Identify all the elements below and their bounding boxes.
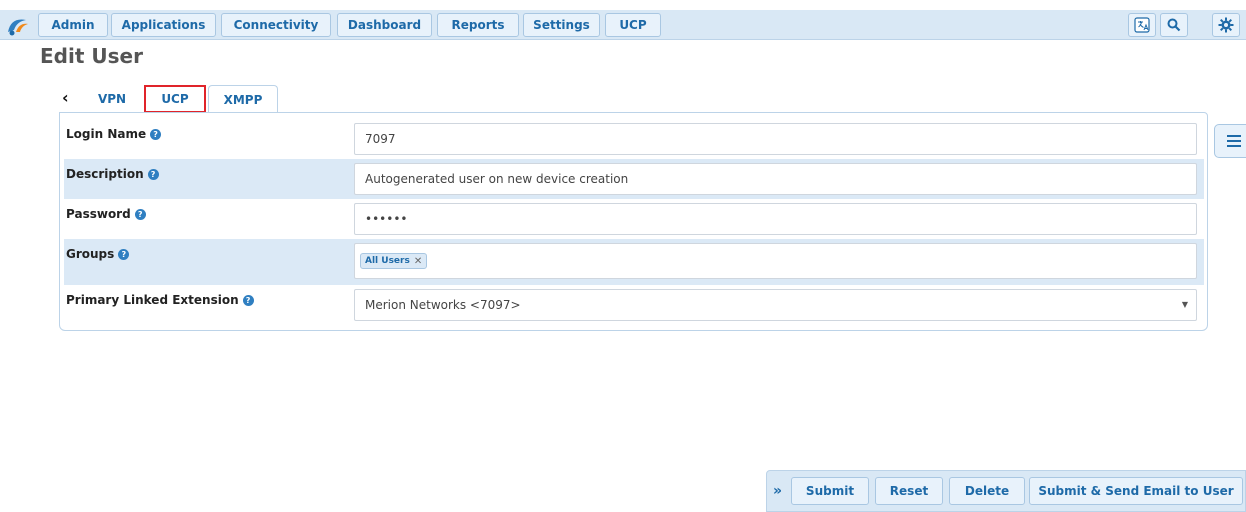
row-password: Password? •••••• bbox=[64, 199, 1204, 239]
submit-button[interactable]: Submit bbox=[791, 477, 869, 505]
description-label: Description? bbox=[64, 159, 346, 199]
help-icon[interactable]: ? bbox=[150, 129, 162, 140]
list-icon bbox=[1227, 135, 1241, 147]
help-icon[interactable]: ? bbox=[134, 209, 146, 220]
user-form-panel: Login Name? 7097 Description? Autogenera… bbox=[59, 112, 1208, 331]
primary-linked-extension-label: Primary Linked Extension? bbox=[64, 285, 346, 325]
primary-linked-extension-select[interactable]: Merion Networks <7097> ▼ bbox=[354, 289, 1197, 321]
help-icon[interactable]: ? bbox=[242, 295, 254, 306]
tab-ucp[interactable]: UCP bbox=[144, 85, 206, 113]
top-nav: Admin Applications Connectivity Dashboar… bbox=[0, 10, 1246, 40]
nav-settings[interactable]: Settings bbox=[523, 13, 600, 37]
login-name-label: Login Name? bbox=[64, 119, 346, 159]
login-name-input[interactable]: 7097 bbox=[354, 123, 1197, 155]
chip-remove-icon[interactable]: ✕ bbox=[414, 256, 422, 267]
nav-reports[interactable]: Reports bbox=[437, 13, 519, 37]
tab-vpn[interactable]: VPN bbox=[86, 85, 138, 113]
nav-dashboard[interactable]: Dashboard bbox=[337, 13, 432, 37]
submit-send-email-button[interactable]: Submit & Send Email to User bbox=[1029, 477, 1243, 505]
group-chip: All Users ✕ bbox=[360, 253, 428, 269]
groups-multiselect[interactable]: All Users ✕ bbox=[354, 243, 1197, 279]
row-description: Description? Autogenerated user on new d… bbox=[64, 159, 1204, 199]
row-groups: Groups? All Users ✕ bbox=[64, 239, 1204, 285]
chevron-down-icon: ▼ bbox=[1181, 300, 1188, 309]
nav-connectivity[interactable]: Connectivity bbox=[221, 13, 331, 37]
action-bar: » Submit Reset Delete Submit & Send Emai… bbox=[766, 470, 1246, 512]
side-menu-toggle-button[interactable] bbox=[1214, 124, 1246, 158]
page-title: Edit User bbox=[40, 44, 143, 68]
description-input[interactable]: Autogenerated user on new device creatio… bbox=[354, 163, 1197, 195]
gear-icon[interactable] bbox=[1212, 13, 1240, 37]
search-icon[interactable] bbox=[1160, 13, 1188, 37]
password-label: Password? bbox=[64, 199, 346, 239]
delete-button[interactable]: Delete bbox=[949, 477, 1025, 505]
row-primary-linked-extension: Primary Linked Extension? Merion Network… bbox=[64, 285, 1204, 325]
nav-ucp[interactable]: UCP bbox=[605, 13, 661, 37]
groups-label: Groups? bbox=[64, 239, 346, 285]
tab-scroll-left-icon[interactable]: ‹ bbox=[62, 88, 78, 108]
tab-xmpp[interactable]: XMPP bbox=[208, 85, 278, 113]
language-icon[interactable] bbox=[1128, 13, 1156, 37]
help-icon[interactable]: ? bbox=[118, 249, 130, 260]
action-bar-collapse-icon[interactable]: » bbox=[773, 483, 782, 499]
reset-button[interactable]: Reset bbox=[875, 477, 943, 505]
help-icon[interactable]: ? bbox=[147, 169, 159, 180]
nav-admin[interactable]: Admin bbox=[38, 13, 108, 37]
nav-applications[interactable]: Applications bbox=[111, 13, 216, 37]
row-login-name: Login Name? 7097 bbox=[64, 119, 1204, 159]
password-input[interactable]: •••••• bbox=[354, 203, 1197, 235]
freepbx-logo-icon[interactable] bbox=[6, 14, 30, 36]
